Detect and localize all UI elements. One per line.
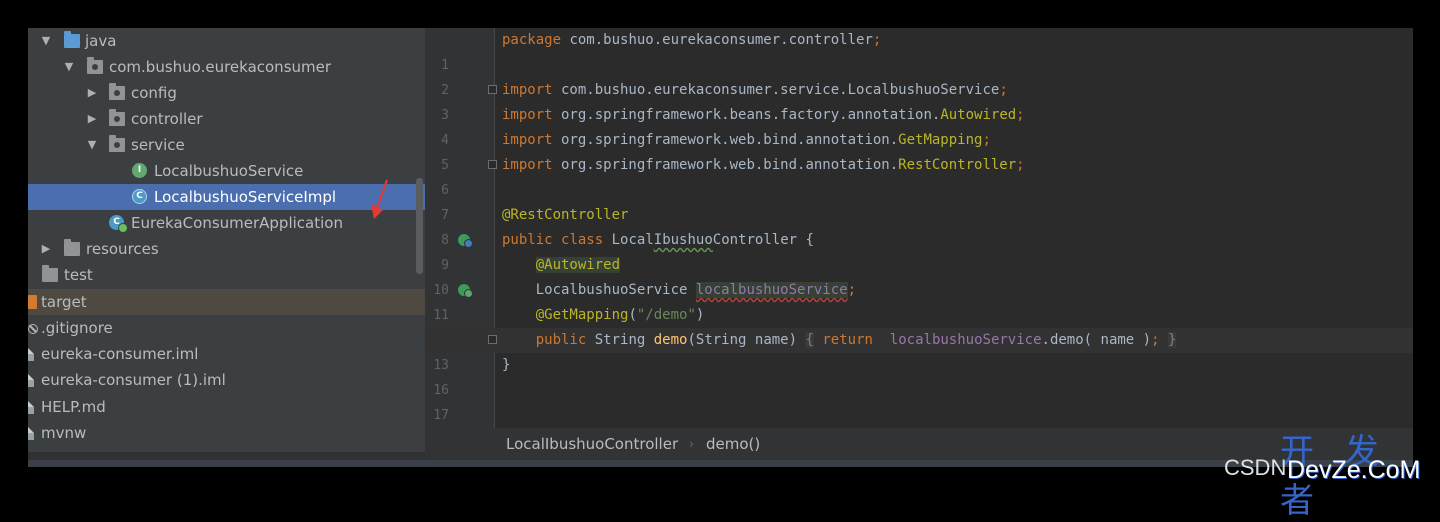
tree-item-eureka-consumer-iml[interactable]: eureka-consumer.iml xyxy=(28,341,425,367)
package-icon xyxy=(109,83,125,100)
code-line[interactable]: 5 import org.springframework.web.bind.an… xyxy=(425,128,1413,173)
tree-vertical-scrollbar[interactable] xyxy=(416,178,423,274)
tree-item-label: .gitignore xyxy=(41,319,113,337)
ignore-file-icon xyxy=(28,324,38,334)
tree-item-label: EurekaConsumerApplication xyxy=(131,214,343,232)
code-line[interactable]: 10 @Autowired xyxy=(425,253,1413,298)
tree-item-label: java xyxy=(85,32,117,50)
package-icon xyxy=(109,135,125,152)
status-strip xyxy=(28,460,1413,467)
collapsed-arrow-icon[interactable]: ▶ xyxy=(40,236,52,262)
module-file-icon xyxy=(28,372,34,387)
tree-item-mvnw[interactable]: mvnw xyxy=(28,420,425,446)
code-editor[interactable]: 1 package com.bushuo.eurekaconsumer.cont… xyxy=(425,28,1413,428)
collapsed-arrow-icon[interactable]: ▶ xyxy=(86,106,98,132)
tree-item-test[interactable]: test xyxy=(28,262,425,288)
collapsed-arrow-icon[interactable]: ▶ xyxy=(86,80,98,106)
code-line[interactable]: 2 xyxy=(425,53,1413,98)
tree-item-label: controller xyxy=(131,110,203,128)
fold-marker-icon[interactable] xyxy=(488,335,497,344)
tree-item-label: com.bushuo.eurekaconsumer xyxy=(109,58,332,76)
file-icon xyxy=(28,425,34,440)
interface-icon: I xyxy=(132,163,147,178)
code-line-current[interactable]: 13 public String demo(String name) { ret… xyxy=(425,328,1413,373)
tree-item-eureka-consumer-1-iml[interactable]: eureka-consumer (1).iml xyxy=(28,367,425,393)
code-line[interactable]: 4 import org.springframework.beans.facto… xyxy=(425,103,1413,148)
tree-item-label: mvnw xyxy=(41,424,87,442)
tree-item-label: HELP.md xyxy=(41,398,106,416)
code-line[interactable]: 17 xyxy=(425,378,1413,423)
tree-item-label: resources xyxy=(86,240,159,258)
code-line[interactable]: 11 LocalbushuoService localbushuoService… xyxy=(425,278,1413,323)
folder-icon xyxy=(42,265,58,282)
tree-item-target[interactable]: target xyxy=(28,289,425,315)
tree-horizontal-scrollbar[interactable] xyxy=(28,452,425,460)
source-folder-icon xyxy=(64,31,80,48)
excluded-folder-icon xyxy=(28,295,37,309)
tree-item-label: config xyxy=(131,84,177,102)
tree-item-service[interactable]: ▼ service xyxy=(28,132,425,158)
tree-item-eurekaconsumerapplication[interactable]: C EurekaConsumerApplication xyxy=(28,210,425,236)
code-line[interactable]: 18 xyxy=(425,403,1413,428)
tree-item-localbushuoservice[interactable]: I LocalbushuoService xyxy=(28,158,425,184)
tree-item-label: eureka-consumer.iml xyxy=(41,345,199,363)
fold-marker-icon[interactable] xyxy=(488,85,497,94)
code-line[interactable]: 3 import com.bushuo.eurekaconsumer.servi… xyxy=(425,78,1413,123)
class-icon: C xyxy=(132,189,147,204)
tree-item-help-md[interactable]: HELP.md xyxy=(28,394,425,420)
autowired-navigation-gutter-icon[interactable] xyxy=(458,284,473,298)
expand-arrow-icon[interactable]: ▼ xyxy=(63,54,75,80)
tree-item-label: eureka-consumer (1).iml xyxy=(41,371,226,389)
module-file-icon xyxy=(28,346,34,361)
tree-item-localbushuoserviceimpl[interactable]: C LocalbushuoServiceImpl xyxy=(28,184,425,210)
red-annotation-arrow-icon xyxy=(371,179,388,219)
tree-item-label: target xyxy=(41,293,87,311)
code-line[interactable]: 7 xyxy=(425,178,1413,223)
tree-item-label: service xyxy=(131,136,185,154)
breadcrumb-method[interactable]: demo() xyxy=(706,428,760,460)
spring-bean-gutter-icon[interactable] xyxy=(458,234,473,248)
code-line[interactable]: 8 @RestController xyxy=(425,203,1413,248)
project-tree-panel: ▼ java ▼ com.bushuo.eurekaconsumer ▶ con… xyxy=(28,28,425,460)
breadcrumb-separator-icon: › xyxy=(689,437,694,451)
code-line[interactable]: 16 } xyxy=(425,353,1413,398)
fold-marker-icon[interactable] xyxy=(488,160,497,169)
watermark-csdn: CSDN xyxy=(1224,455,1287,480)
package-icon xyxy=(87,57,103,74)
code-line[interactable]: 12 @GetMapping("/demo") xyxy=(425,303,1413,348)
expand-arrow-icon[interactable]: ▼ xyxy=(86,132,98,158)
tree-item-label: LocalbushuoService xyxy=(154,162,304,180)
tree-item-config[interactable]: ▶ config xyxy=(28,80,425,106)
package-icon xyxy=(109,109,125,126)
tree-item-label: LocalbushuoServiceImpl xyxy=(154,188,337,206)
code-line[interactable]: 9 public class LocalIbushuoController { xyxy=(425,228,1413,273)
resources-folder-icon xyxy=(64,239,80,256)
watermark-devze: DevZe.CoM xyxy=(1287,456,1421,484)
tree-item-controller[interactable]: ▶ controller xyxy=(28,106,425,132)
code-line[interactable]: 6 import org.springframework.web.bind.an… xyxy=(425,153,1413,198)
expand-arrow-icon[interactable]: ▼ xyxy=(40,28,52,54)
tree-item-resources[interactable]: ▶ resources xyxy=(28,236,425,262)
tree-item-java[interactable]: ▼ java xyxy=(28,28,425,54)
tree-item-gitignore[interactable]: .gitignore xyxy=(28,315,425,341)
spring-boot-class-icon: C xyxy=(109,215,128,233)
breadcrumb-class[interactable]: LocalIbushuoController xyxy=(506,428,678,460)
code-line[interactable]: 1 package com.bushuo.eurekaconsumer.cont… xyxy=(425,28,1413,73)
markdown-file-icon xyxy=(28,399,34,414)
tree-item-package-root[interactable]: ▼ com.bushuo.eurekaconsumer xyxy=(28,54,425,80)
tree-item-label: test xyxy=(64,266,93,284)
